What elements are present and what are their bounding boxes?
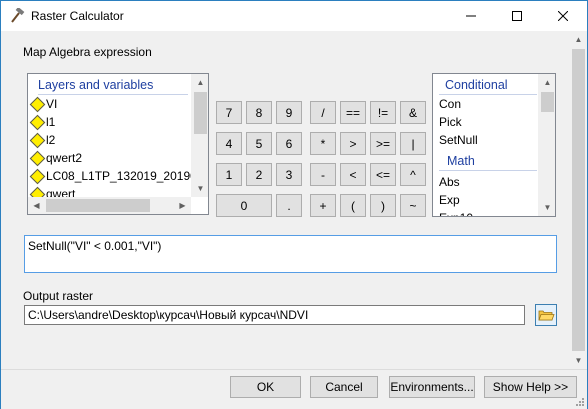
- ok-button[interactable]: OK: [230, 376, 301, 398]
- map-algebra-label: Map Algebra expression: [23, 45, 152, 59]
- dialog-vertical-scrollbar[interactable]: ▲ ▼: [570, 31, 587, 369]
- key-multiply[interactable]: *: [310, 132, 336, 155]
- header-divider: [439, 170, 537, 171]
- key-plus[interactable]: +: [310, 194, 336, 217]
- function-item[interactable]: Abs: [439, 173, 460, 191]
- resize-grip-icon[interactable]: [575, 397, 585, 407]
- show-help-button[interactable]: Show Help >>: [484, 376, 577, 398]
- cancel-button[interactable]: Cancel: [310, 376, 378, 398]
- function-item[interactable]: Exp: [439, 191, 460, 209]
- key-greater[interactable]: >: [340, 132, 366, 155]
- scroll-thumb[interactable]: [46, 199, 150, 212]
- output-raster-label: Output raster: [23, 289, 94, 303]
- function-item[interactable]: Exp10: [439, 209, 473, 216]
- key-6[interactable]: 6: [276, 132, 302, 155]
- scroll-down-icon[interactable]: ▼: [192, 180, 208, 197]
- expression-input[interactable]: SetNull("VI" < 0.001,"VI"): [24, 235, 557, 273]
- key-decimal[interactable]: .: [276, 194, 302, 217]
- layer-item-label: l1: [46, 115, 56, 129]
- scroll-up-icon[interactable]: ▲: [570, 31, 587, 48]
- raster-layer-icon: [31, 170, 43, 182]
- dialog-footer: OK Cancel Environments... Show Help >>: [1, 369, 587, 409]
- layers-vertical-scrollbar[interactable]: ▲ ▼: [191, 74, 208, 197]
- key-5[interactable]: 5: [246, 132, 272, 155]
- key-open-paren[interactable]: (: [340, 194, 366, 217]
- layer-item[interactable]: l2: [31, 131, 55, 149]
- key-minus[interactable]: -: [310, 163, 336, 186]
- key-close-paren[interactable]: ): [370, 194, 396, 217]
- key-less-equal[interactable]: <=: [370, 163, 396, 186]
- key-3[interactable]: 3: [276, 163, 302, 186]
- raster-calculator-window: Raster Calculator Map Algebra expression…: [0, 0, 588, 409]
- scroll-up-icon[interactable]: ▲: [192, 74, 208, 91]
- scroll-thumb[interactable]: [572, 49, 585, 351]
- key-7[interactable]: 7: [216, 101, 242, 124]
- layer-item[interactable]: l1: [31, 113, 55, 131]
- key-8[interactable]: 8: [246, 101, 272, 124]
- raster-layer-icon: [31, 98, 43, 110]
- minimize-button[interactable]: [448, 1, 494, 31]
- minimize-icon: [466, 15, 476, 17]
- functions-list[interactable]: Conditional Con Pick SetNull Math Abs Ex…: [432, 73, 556, 217]
- layer-item[interactable]: qwert2: [31, 149, 82, 167]
- hammer-icon: [9, 6, 25, 24]
- output-raster-input[interactable]: C:\Users\andre\Desktop\курсач\Новый курс…: [24, 305, 525, 325]
- layer-item-label: LC08_L1TP_132019_2019071: [46, 169, 209, 183]
- key-0[interactable]: 0: [216, 194, 272, 217]
- layers-list[interactable]: Layers and variables VI l1 l2 qwert2 LC0…: [27, 73, 209, 215]
- layers-horizontal-scrollbar[interactable]: ◀ ▶: [28, 197, 191, 214]
- math-group-header: Math: [447, 154, 475, 168]
- key-4[interactable]: 4: [216, 132, 242, 155]
- function-item[interactable]: SetNull: [439, 131, 478, 149]
- scroll-thumb[interactable]: [541, 92, 554, 112]
- scroll-down-icon[interactable]: ▼: [570, 352, 587, 369]
- scroll-left-icon[interactable]: ◀: [28, 197, 45, 214]
- key-less[interactable]: <: [340, 163, 366, 186]
- key-9[interactable]: 9: [276, 101, 302, 124]
- key-2[interactable]: 2: [246, 163, 272, 186]
- scroll-down-icon[interactable]: ▼: [539, 199, 555, 216]
- key-greater-equal[interactable]: >=: [370, 132, 396, 155]
- folder-icon: [538, 310, 555, 321]
- raster-layer-icon: [31, 152, 43, 164]
- header-divider: [38, 94, 188, 95]
- function-item[interactable]: Pick: [439, 113, 462, 131]
- key-xor[interactable]: ^: [400, 163, 426, 186]
- key-1[interactable]: 1: [216, 163, 242, 186]
- scroll-up-icon[interactable]: ▲: [539, 74, 555, 91]
- close-icon: [558, 11, 568, 21]
- scroll-thumb[interactable]: [194, 92, 207, 134]
- dialog-content: Map Algebra expression Layers and variab…: [1, 31, 587, 369]
- environments-button[interactable]: Environments...: [389, 376, 475, 398]
- key-equal[interactable]: ==: [340, 101, 366, 124]
- layer-item[interactable]: LC08_L1TP_132019_2019071: [31, 167, 209, 185]
- close-button[interactable]: [540, 1, 586, 31]
- layer-item-label: qwert2: [46, 151, 83, 165]
- title-bar: Raster Calculator: [1, 1, 587, 31]
- layer-item[interactable]: VI: [31, 95, 57, 113]
- scroll-right-icon[interactable]: ▶: [174, 197, 191, 214]
- key-not[interactable]: ~: [400, 194, 426, 217]
- maximize-button[interactable]: [494, 1, 540, 31]
- functions-vertical-scrollbar[interactable]: ▲ ▼: [538, 74, 555, 216]
- layers-header: Layers and variables: [38, 78, 154, 92]
- conditional-group-header: Conditional: [445, 78, 508, 92]
- key-not-equal[interactable]: !=: [370, 101, 396, 124]
- raster-layer-icon: [31, 134, 43, 146]
- key-or[interactable]: |: [400, 132, 426, 155]
- layer-item-label: l2: [46, 133, 56, 147]
- key-and[interactable]: &: [400, 101, 426, 124]
- browse-button[interactable]: [535, 304, 557, 326]
- maximize-icon: [512, 11, 522, 21]
- function-item[interactable]: Con: [439, 95, 461, 113]
- key-divide[interactable]: /: [310, 101, 336, 124]
- raster-layer-icon: [31, 116, 43, 128]
- layer-item-label: VI: [46, 97, 58, 111]
- window-title: Raster Calculator: [31, 9, 124, 23]
